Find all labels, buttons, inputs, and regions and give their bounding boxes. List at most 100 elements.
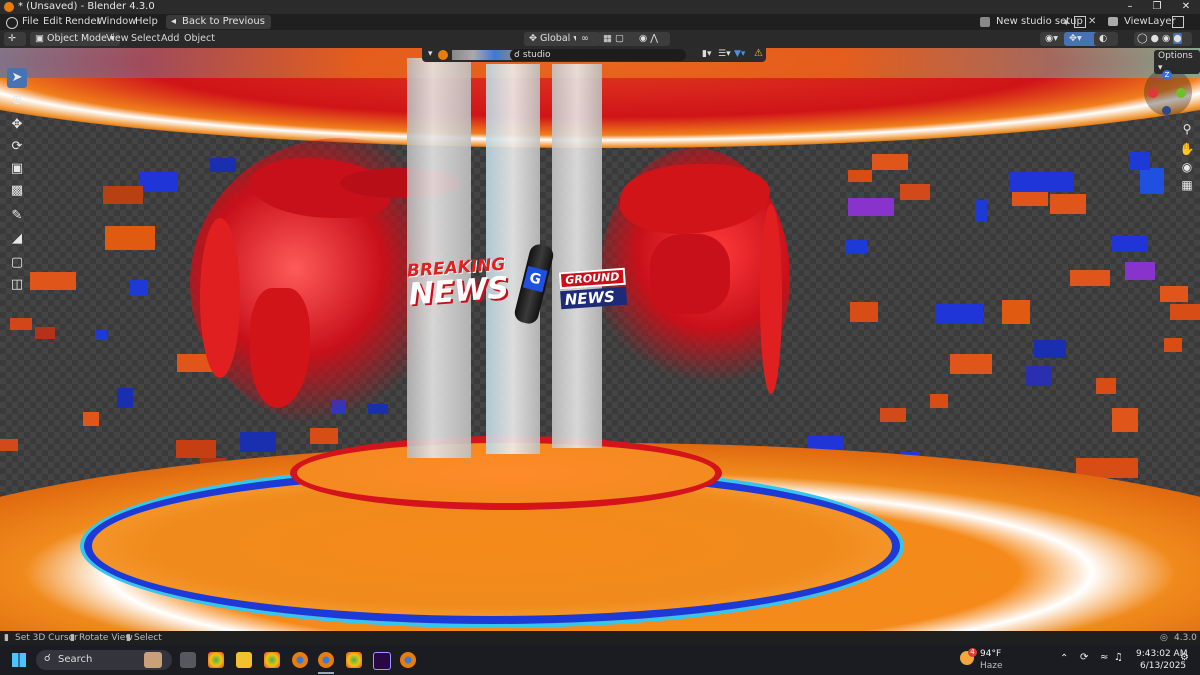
select-box-tool[interactable]: ➤ [7, 68, 27, 88]
maximize-icon[interactable]: ❐ [1143, 0, 1171, 14]
gizmo-x-axis[interactable] [1148, 88, 1158, 98]
cube-add-icon: ▢ [10, 255, 24, 270]
wifi-icon[interactable]: ≈ [1100, 652, 1108, 663]
camera-view-icon[interactable]: ◉ [1178, 158, 1196, 176]
pencil-icon: ✎ [11, 208, 23, 223]
search-icon: ☌ [514, 50, 521, 60]
close-icon[interactable]: ✕ [1172, 0, 1200, 14]
add-cube-tool[interactable]: ▢ [7, 253, 27, 273]
filter-types-icons[interactable] [452, 50, 516, 60]
rotate-tool[interactable]: ⟳ [7, 137, 27, 157]
menu-file[interactable]: File [22, 14, 39, 30]
minimize-icon[interactable]: – [1116, 0, 1144, 14]
wireframe-shading-icon[interactable]: ◯ [1137, 33, 1148, 44]
chrome-icon[interactable] [208, 652, 224, 668]
menu-add[interactable]: Add [161, 30, 179, 48]
viewport-header: ✛ ▣ Object Mode ▾ View Select Add Object… [0, 30, 1200, 48]
new-scene-icon[interactable] [1074, 16, 1086, 28]
taskbar: ☌ Search 4 94°F Haze ⌃ ⟳ ≈ ♫ 9:43:02 AM … [0, 645, 1200, 675]
delete-scene-icon[interactable]: ✕ [1088, 14, 1096, 30]
active-app-indicator [318, 672, 334, 674]
world-map-right [610, 164, 782, 394]
file-explorer-icon[interactable] [236, 652, 252, 668]
perspective-grid-icon[interactable]: ▦ [1178, 176, 1196, 194]
breaking-news-logo: BREAKING NEWS [406, 255, 510, 313]
add-object-tool[interactable]: ◫ [7, 275, 27, 295]
overlay-icon: ◐ [1099, 33, 1108, 44]
object-mode-icon: ▣ [35, 33, 47, 44]
rendered-shading-icon[interactable]: ● [1173, 33, 1182, 44]
gizmo-y-axis[interactable] [1176, 88, 1186, 98]
ground-news-logo: GROUND NEWS [558, 267, 628, 310]
sync-icon[interactable]: ⟳ [1080, 652, 1088, 663]
menu-edit[interactable]: Edit [43, 14, 62, 30]
material-shading-icon[interactable]: ◉ [1162, 33, 1170, 44]
gizmo-neg-z-axis[interactable] [1162, 106, 1171, 115]
notification-bell-icon[interactable]: ⚙ [1180, 652, 1189, 663]
filter-funnel-icon[interactable]: ▼▾ [734, 49, 745, 59]
pivot-point-dropdown[interactable]: ∞ [576, 32, 600, 46]
3d-viewport[interactable]: BREAKING NEWS G GROUND NEWS ➤ ⊕ ✥ ⟳ ▣ ▩ … [0, 48, 1200, 631]
pan-hand-icon[interactable]: ✋ [1178, 140, 1196, 158]
chrome-icon-2[interactable] [264, 652, 280, 668]
new-view-layer-icon[interactable] [1172, 16, 1184, 28]
mouse-right-icon: ▮ [126, 633, 131, 643]
snapping-dropdown[interactable]: ▦ ▢ [598, 32, 638, 46]
rotate-icon: ⟳ [11, 139, 23, 154]
sort-icon[interactable]: ☰▾ [718, 49, 731, 59]
weather-desc[interactable]: Haze [980, 661, 1003, 671]
scale-icon: ▣ [10, 161, 24, 176]
search-value: studio [522, 50, 551, 60]
menu-help[interactable]: Help [135, 14, 158, 30]
bookmark-icon[interactable]: ▮▾ [702, 49, 711, 59]
gizmo-z-axis[interactable]: Z [1162, 70, 1172, 80]
weather-temp[interactable]: 94°F [980, 649, 1001, 659]
cursor-tool[interactable]: ⊕ [7, 91, 27, 111]
proportional-editing-toggle[interactable]: ◉ ⋀ [634, 32, 670, 46]
notification-badge: 4 [968, 648, 977, 657]
blender-menu-icon[interactable] [6, 17, 18, 29]
windows-start-icon[interactable] [12, 653, 26, 667]
shading-mode-buttons[interactable]: ◯ ● ◉ ● [1134, 32, 1192, 46]
taskbar-search[interactable]: ☌ Search [36, 650, 172, 670]
mouse-middle-icon: ▮ [70, 633, 75, 643]
back-to-previous-button[interactable]: Back to Previous [166, 15, 271, 29]
overlays-toggle[interactable]: ◐ [1094, 32, 1118, 46]
transform-orientation-dropdown[interactable]: ✥ Global ▾ [524, 32, 584, 46]
menu-view[interactable]: View [106, 30, 129, 48]
scale-tool[interactable]: ▣ [7, 159, 27, 179]
filter-dropdown-icon[interactable]: ▾ [428, 49, 433, 59]
link-icon: ∞ [581, 33, 589, 44]
menu-object[interactable]: Object [184, 30, 215, 48]
menu-bar: File Edit Render Window Help Back to Pre… [0, 14, 1200, 30]
annotate-tool[interactable]: ✎ [7, 206, 27, 226]
view-layer-name[interactable]: ViewLayer [1124, 14, 1176, 30]
blender-app-icon[interactable] [292, 652, 308, 668]
blender-app-icon-2[interactable] [400, 652, 416, 668]
chevron-up-icon[interactable]: ⌃ [1060, 653, 1068, 664]
measure-tool[interactable]: ◢ [7, 229, 27, 249]
status-rotate-view: Rotate View [79, 633, 133, 643]
snap-icon: ▦ ▢ [603, 33, 624, 44]
menu-render[interactable]: Render [65, 14, 101, 30]
crosshair-icon: ⊕ [11, 93, 23, 108]
zoom-icon[interactable]: ⚲ [1178, 120, 1196, 138]
orientation-label: Global [539, 33, 571, 44]
filter-object-icon[interactable] [438, 50, 448, 60]
mode-label: Object Mode [47, 33, 107, 44]
blender-app-icon-active[interactable] [318, 652, 334, 668]
editor-type-dropdown[interactable]: ✛ [4, 32, 26, 46]
task-view-icon[interactable] [180, 652, 196, 668]
transform-tool[interactable]: ▩ [7, 181, 27, 201]
navigation-gizmo[interactable]: Z [1144, 68, 1192, 116]
premiere-pro-icon[interactable] [373, 652, 391, 670]
scene-icon [980, 17, 990, 27]
move-tool[interactable]: ✥ [7, 115, 27, 135]
solid-shading-icon[interactable]: ● [1151, 33, 1159, 44]
chrome-icon-3[interactable] [346, 652, 362, 668]
menu-select[interactable]: Select [131, 30, 160, 48]
volume-icon[interactable]: ♫ [1114, 652, 1123, 663]
outliner-search-input[interactable]: ☌ studio [510, 49, 686, 61]
status-bar: ▮ Set 3D Cursor ▮ Rotate View ▮ Select ◎… [0, 631, 1200, 645]
menu-window[interactable]: Window [97, 14, 136, 30]
